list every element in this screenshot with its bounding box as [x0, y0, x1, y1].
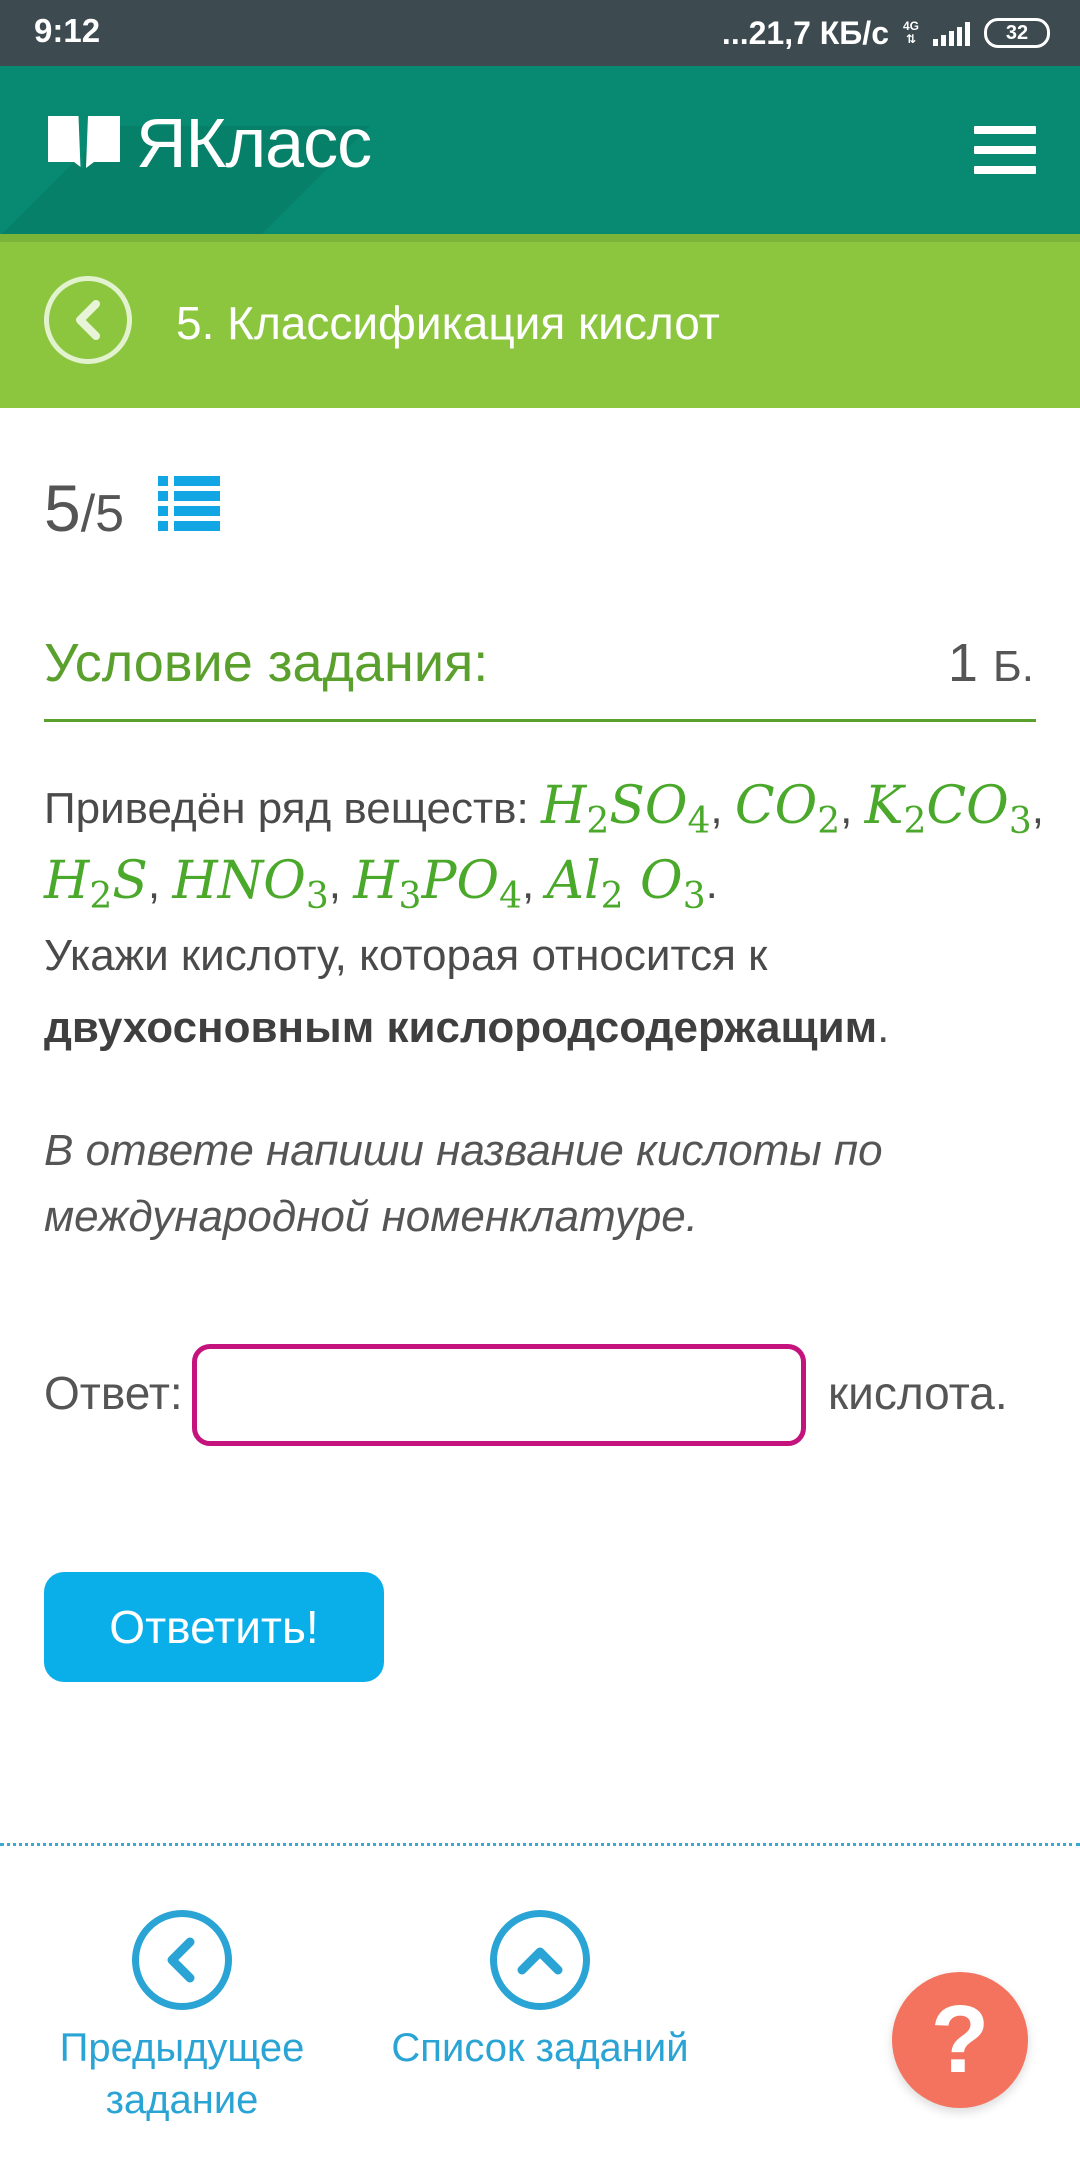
- condition-header: Условие задания: 1 Б.: [44, 632, 1036, 722]
- progress-current: 5: [44, 471, 81, 545]
- topic-bar: 5. Классификация кислот: [0, 234, 1080, 408]
- battery-icon: 32: [984, 18, 1050, 48]
- logo-text: ЯКласс: [136, 104, 372, 182]
- condition-title: Условие задания:: [44, 633, 489, 693]
- task-list-circle: [490, 1910, 590, 2010]
- topic-title: 5. Классификация кислот: [176, 297, 720, 349]
- status-bar: 9:12 ...21,7 КБ/с 4G ⇅ 32: [0, 0, 1080, 66]
- data-arrows-icon: ⇅: [905, 32, 917, 46]
- status-indicators: ...21,7 КБ/с 4G ⇅ 32: [722, 12, 1050, 54]
- network-speed: ...21,7 КБ/с: [721, 14, 889, 51]
- divider: [0, 1843, 1080, 1846]
- list-icon[interactable]: [158, 476, 220, 532]
- answer-label: Ответ:: [44, 1367, 183, 1419]
- formula-hno3: HNO3: [172, 851, 329, 917]
- status-time: 9:12: [34, 12, 101, 49]
- task-hint: В ответе напиши название кислоты по межд…: [44, 1126, 883, 1241]
- points-value: 1: [947, 633, 978, 693]
- formula-h2s: H2S: [44, 851, 148, 917]
- progress-total: /5: [80, 485, 125, 543]
- task-progress: 5 /5: [44, 470, 124, 546]
- task-question-bold: двухосновным кислородсодержащим: [44, 1003, 878, 1052]
- previous-circle: [132, 1910, 232, 2010]
- points-unit: Б.: [992, 642, 1034, 691]
- chevron-up-icon: [517, 1947, 563, 1975]
- yaklass-logo[interactable]: ЯКласс: [44, 104, 372, 182]
- condition-points: 1 Б.: [948, 632, 1034, 694]
- formula-h3po4: H3PO4: [353, 851, 522, 917]
- submit-button[interactable]: Ответить!: [44, 1572, 384, 1682]
- help-button[interactable]: ?: [892, 1972, 1028, 2108]
- answer-input[interactable]: [192, 1344, 806, 1446]
- hamburger-icon[interactable]: [974, 126, 1036, 174]
- previous-label-line2: задание: [105, 2078, 259, 2122]
- formula-al2o3: Al2 O3: [546, 851, 706, 917]
- previous-task-button[interactable]: Предыдущее задание: [54, 1910, 310, 2126]
- task-question: Укажи кислоту, которая относится к: [44, 931, 768, 980]
- chevron-left-icon: [76, 300, 100, 340]
- chevron-left-icon: [167, 1937, 195, 1983]
- app-header: ЯКласс: [0, 66, 1080, 234]
- task-list-label: Список заданий: [391, 2026, 689, 2070]
- answer-suffix: кислота.: [828, 1367, 1008, 1419]
- network-type-icon: 4G ⇅: [903, 20, 919, 46]
- back-button[interactable]: [44, 276, 132, 364]
- task-text: Приведён ряд веществ: H2SO4, CO2, K2CO3,…: [44, 776, 1044, 1052]
- formula-co2: CO2: [734, 776, 841, 842]
- battery-level: 32: [1005, 21, 1029, 44]
- book-icon: [48, 115, 120, 169]
- formula-k2co3: K2CO3: [864, 776, 1032, 842]
- task-question-end: .: [877, 1003, 890, 1052]
- formula-h2so4: H2SO4: [540, 776, 711, 842]
- previous-label-line1: Предыдущее: [59, 2026, 305, 2070]
- task-intro: Приведён ряд веществ:: [44, 784, 529, 833]
- task-list-button[interactable]: Список заданий: [390, 1910, 690, 2074]
- signal-icon: [933, 20, 970, 46]
